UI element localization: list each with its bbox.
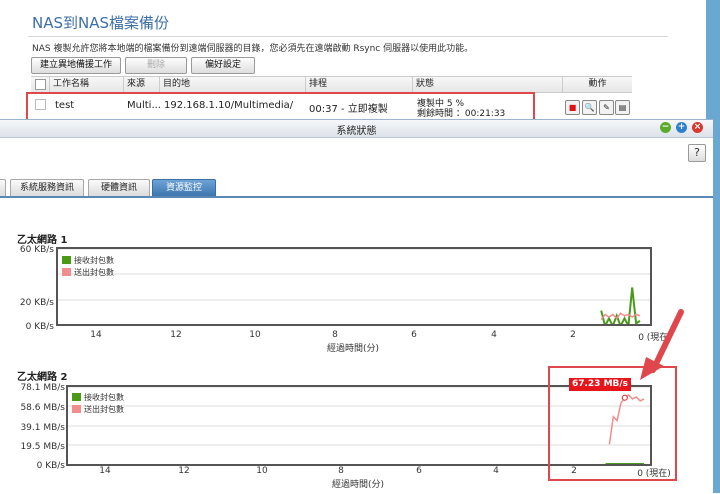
tab-system-services[interactable]: 系統服務資訊 (10, 179, 84, 196)
chart2-legend-send: 送出封包數 (72, 404, 124, 415)
receive-swatch-icon (62, 256, 71, 264)
chart1-plot-area: 接收封包數 送出封包數 (56, 247, 652, 326)
table-header: 工作名稱 來源 目的地 排程 狀態 動作 (31, 76, 632, 93)
chart1-ytick: 0 KB/s (25, 322, 54, 332)
page-title: NAS到NAS檔案備份 (32, 14, 170, 32)
minimize-icon[interactable]: − (660, 122, 671, 133)
page-description: NAS 複製允許您將本地端的檔案備份到遠端伺服器的目錄，您必須先在遠端啟動 Rs… (32, 44, 474, 54)
receive-swatch-icon (72, 393, 81, 401)
col-job-name[interactable]: 工作名稱 (49, 77, 123, 92)
nas-backup-page: NAS到NAS檔案備份 NAS 複製允許您將本地端的檔案備份到遠端伺服器的目錄，… (0, 0, 706, 125)
col-destination[interactable]: 目的地 (159, 77, 305, 92)
chart1-legend-receive-label: 接收封包數 (74, 256, 114, 265)
send-swatch-icon (62, 268, 71, 276)
chart2-ytick: 0 KB/s (36, 461, 65, 471)
chart1-xtick: 4 (491, 330, 497, 340)
chart2-xtick: 4 (493, 466, 499, 476)
col-actions[interactable]: 動作 (562, 77, 632, 92)
chart2-xtick: 12 (178, 466, 190, 476)
chart1-title: 乙太網路 1 (17, 235, 68, 246)
chart1-xtick: 0 (現在) (638, 333, 672, 343)
col-status[interactable]: 狀態 (412, 77, 562, 92)
chart2-ytick: 39.1 MB/s (20, 423, 65, 433)
chart2-xtick: 10 (256, 466, 268, 476)
delete-job-icon[interactable]: ▤ (615, 100, 630, 115)
view-log-icon[interactable]: 🔍 (582, 100, 597, 115)
col-schedule[interactable]: 排程 (305, 77, 412, 92)
chart2-legend-receive: 接收封包數 (72, 392, 124, 403)
delete-button[interactable]: 刪除 (125, 57, 187, 74)
chart1-xtick: 12 (170, 330, 182, 340)
preferences-button[interactable]: 偏好設定 (191, 57, 255, 74)
chart1-legend-receive: 接收封包數 (62, 255, 114, 266)
chart2-legend-receive-label: 接收封包數 (84, 393, 124, 402)
speed-callout: 67.23 MB/s (569, 378, 631, 391)
chart1-xaxis-title: 經過時間(分) (326, 344, 380, 354)
chart2-ytick: 58.6 MB/s (20, 403, 65, 413)
chart2-xtick: 14 (99, 466, 111, 476)
edit-icon[interactable]: ✎ (599, 100, 614, 115)
chart2-ytick: 78.1 MB/s (20, 383, 65, 393)
chart1-xtick: 10 (249, 330, 261, 340)
help-button[interactable]: ? (688, 144, 706, 162)
create-remote-job-button[interactable]: 建立異地備援工作 (31, 57, 121, 74)
window-title: 系統狀態 (336, 126, 377, 137)
chart2-title: 乙太網路 2 (17, 372, 68, 383)
maximize-icon[interactable]: + (676, 122, 687, 133)
job-row-highlight (26, 92, 535, 122)
chart1-ytick: 60 KB/s (19, 245, 54, 255)
chart2-xtick: 8 (338, 466, 344, 476)
window-titlebar[interactable]: 系統狀態 − + × (0, 120, 713, 138)
title-divider (28, 36, 668, 37)
close-icon[interactable]: × (692, 122, 703, 133)
chart1-series-line-receive (600, 287, 641, 324)
send-swatch-icon (72, 405, 81, 413)
chart1-xtick: 8 (332, 330, 338, 340)
chart2-ytick: 19.5 MB/s (20, 442, 65, 452)
chart1-xtick: 6 (411, 330, 417, 340)
chart1-xtick: 14 (90, 330, 102, 340)
tab-overflow[interactable] (0, 179, 6, 196)
chart2-xaxis-title: 經過時間(分) (331, 480, 385, 490)
stop-icon[interactable]: ■ (565, 100, 580, 115)
chart1-legend-send: 送出封包數 (62, 267, 114, 278)
tab-hardware[interactable]: 硬體資訊 (88, 179, 150, 196)
chart1-xtick: 2 (570, 330, 576, 340)
tab-bar: 系統服務資訊 硬體資訊 資源監控 (0, 179, 713, 198)
chart2-legend-send-label: 送出封包數 (84, 405, 124, 414)
chart1-svg (58, 249, 650, 324)
select-all-checkbox[interactable] (35, 79, 46, 90)
chart1-legend-send-label: 送出封包數 (74, 268, 114, 277)
col-source[interactable]: 來源 (123, 77, 159, 92)
chart1-ytick: 20 KB/s (19, 298, 54, 308)
tab-resource-monitor[interactable]: 資源監控 (152, 179, 216, 196)
chart2-xtick: 6 (416, 466, 422, 476)
